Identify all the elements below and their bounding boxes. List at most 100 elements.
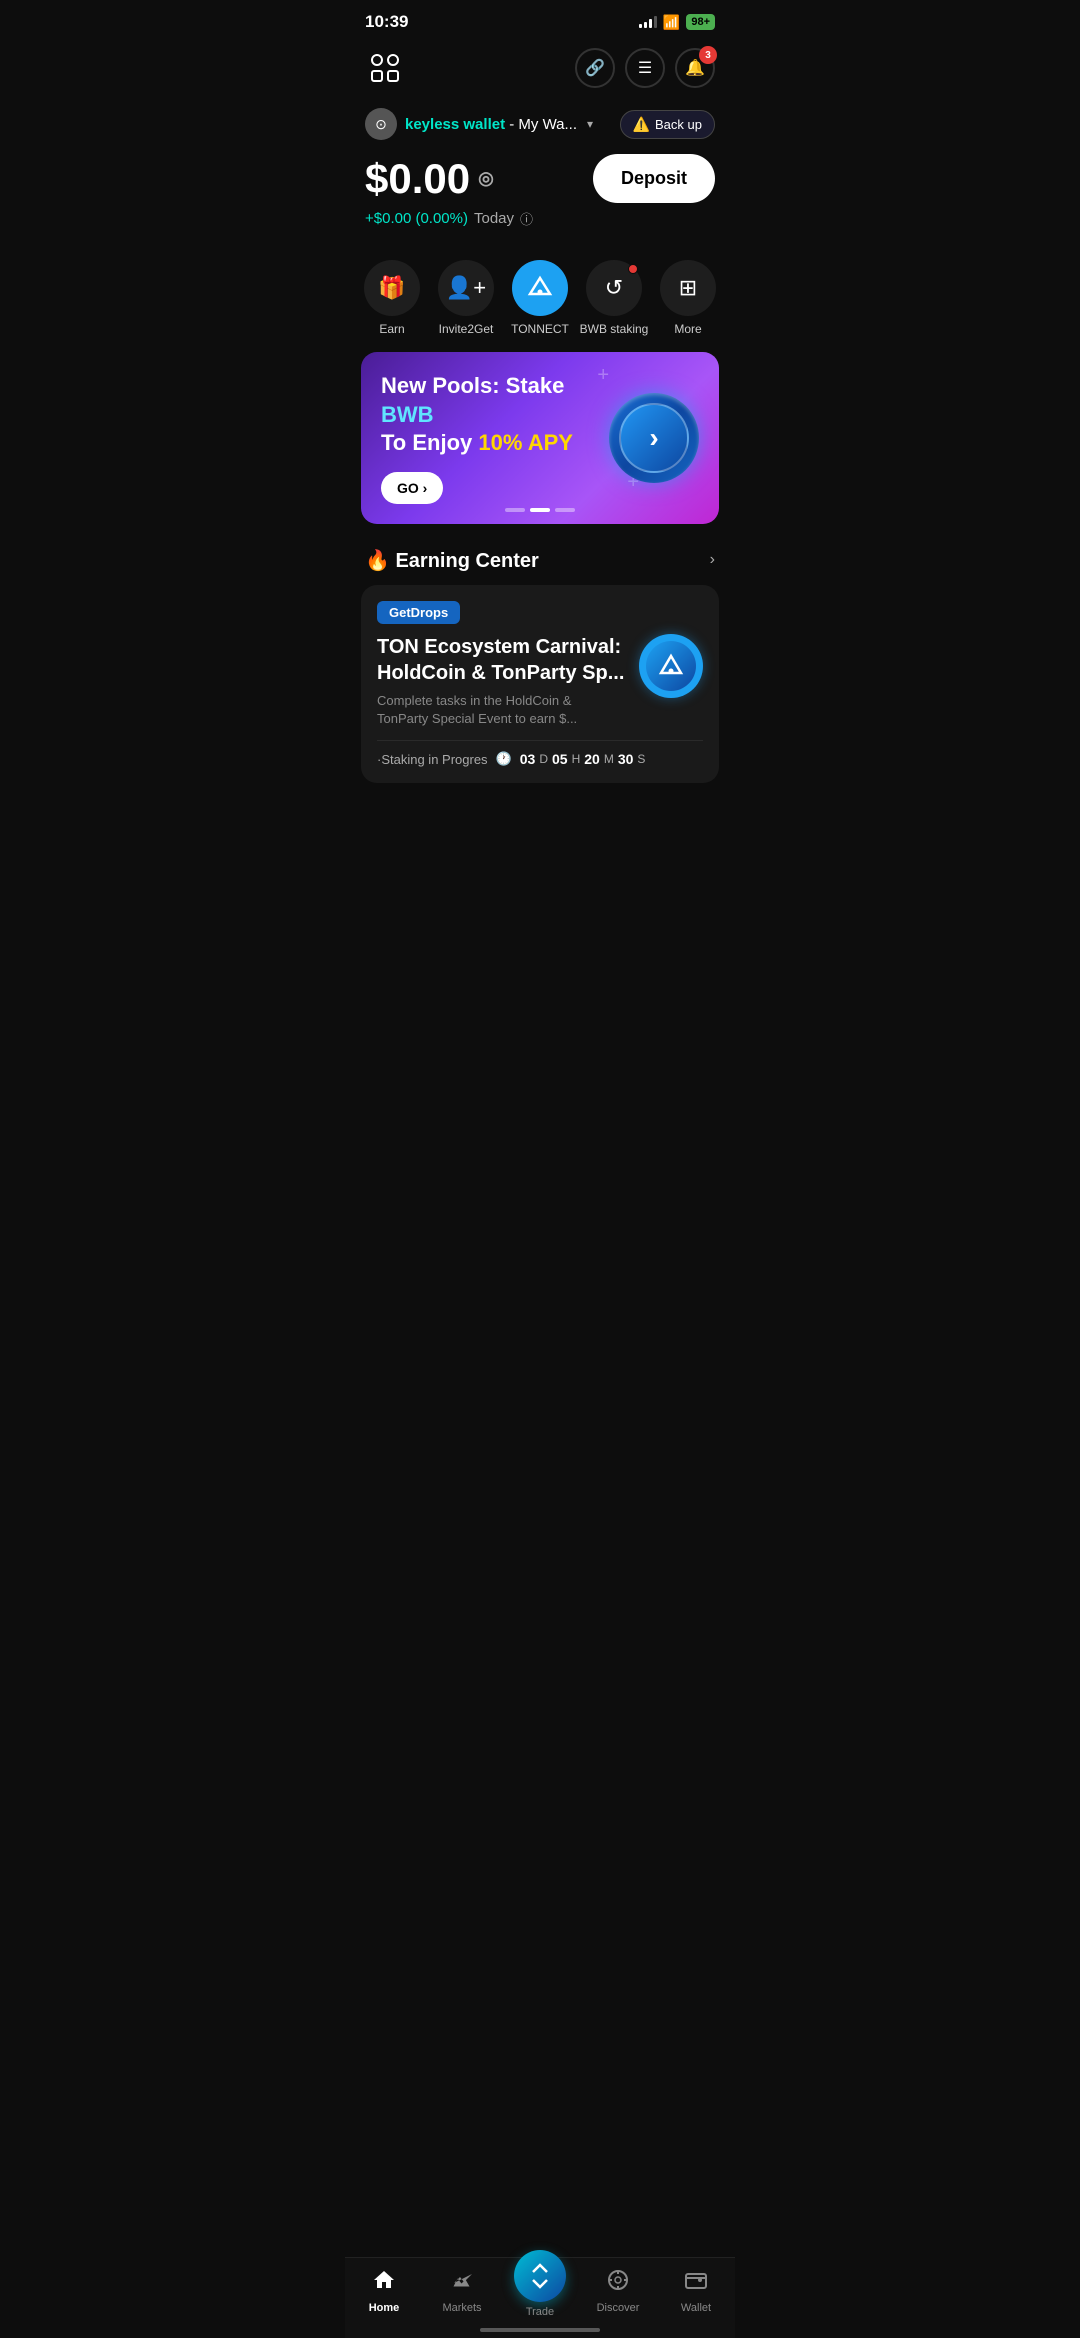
wallet-nav-icon [684,2268,708,2298]
status-bar: 10:39 📶 98+ [345,0,735,40]
nav-markets-label: Markets [442,2302,481,2314]
banner-highlight-apy: 10% APY [478,430,573,455]
nav-trade[interactable]: Trade [510,2268,570,2318]
status-icons: 📶 98+ [639,14,715,31]
tonnect-label: TONNECT [511,322,569,336]
clock-icon: 🕐 [496,751,512,767]
balance-change: +$0.00 (0.00%) Today ⓘ [365,209,715,228]
nav-home[interactable]: Home [354,2268,414,2318]
home-indicator [480,2328,600,2332]
balance-row: $0.00 ◎ Deposit [365,154,715,203]
markets-nav-icon [450,2268,474,2298]
invite2get-icon-wrap: 👤+ [438,260,494,316]
gift-icon: 🎁 [378,275,405,301]
balance-amount: $0.00 ◎ [365,155,494,203]
banner-highlight-bwb: BWB [381,402,434,427]
person-add-icon: 👤+ [446,275,486,301]
coin-arrow-icon: › [649,422,658,454]
banner-coin: › [609,393,699,483]
red-dot-indicator [628,264,638,274]
nav-discover-label: Discover [597,2302,640,2314]
timer-seconds: 30 [618,751,634,767]
timer-hours: 05 [552,751,568,767]
tonnect-icon-wrap [512,260,568,316]
deposit-button[interactable]: Deposit [593,154,715,203]
logo-icon [365,48,405,88]
timer-hours-label: H [572,752,581,766]
action-bwb-staking[interactable]: ↺ BWB staking [579,260,649,336]
chevron-down-icon: ▾ [587,117,593,131]
signal-bars-icon [639,16,657,28]
header-right: 🔗 ☰ 🔔 3 [575,48,715,88]
wallet-label[interactable]: ⊙ keyless wallet - My Wa... ▾ [365,108,593,140]
home-nav-icon [372,2268,396,2298]
card-description: Complete tasks in the HoldCoin &TonParty… [377,692,624,728]
wifi-icon: 📶 [663,14,680,31]
timer-seconds-label: S [637,752,645,766]
earn-label: Earn [379,322,404,336]
banner-title: New Pools: Stake BWB To Enjoy 10% APY [381,372,609,458]
earning-card[interactable]: GetDrops TON Ecosystem Carnival:HoldCoin… [361,585,719,783]
banner-dots [505,508,575,512]
notification-button[interactable]: 🔔 3 [675,48,715,88]
tonnect-card-icon [656,651,686,681]
card-title: TON Ecosystem Carnival:HoldCoin & TonPar… [377,634,624,686]
notification-badge: 3 [699,46,717,64]
banner-card[interactable]: + + New Pools: Stake BWB To Enjoy 10% AP… [361,352,719,524]
coin-inner: › [619,403,689,473]
nav-home-label: Home [369,2302,400,2314]
nav-wallet-label: Wallet [681,2302,711,2314]
battery-indicator: 98+ [686,14,715,30]
wallet-section: ⊙ keyless wallet - My Wa... ▾ ⚠️ Back up… [345,100,735,244]
banner-dot-1 [505,508,525,512]
banner-dot-2 [530,508,550,512]
staking-row: ·Staking in Progres 🕐 03 D 05 H 20 M 30 … [377,740,703,767]
nav-trade-label: Trade [526,2306,554,2318]
go-button[interactable]: GO › [381,472,443,504]
card-badge: GetDrops [377,601,460,624]
hide-balance-icon[interactable]: ◎ [478,168,494,189]
banner-content: New Pools: Stake BWB To Enjoy 10% APY GO… [381,372,609,504]
action-more[interactable]: ⊞ More [653,260,723,336]
nav-discover[interactable]: Discover [588,2268,648,2318]
card-icon-inner [646,641,696,691]
more-icon-wrap: ⊞ [660,260,716,316]
invite2get-label: Invite2Get [439,322,494,336]
nav-wallet[interactable]: Wallet [666,2268,726,2318]
action-earn[interactable]: 🎁 Earn [357,260,427,336]
tonnect-icon [526,274,554,302]
trade-center-button[interactable] [514,2250,566,2302]
staking-timer: 03 D 05 H 20 M 30 S [520,751,646,767]
grid-icon: ⊞ [679,275,697,301]
timer-minutes: 20 [584,751,600,767]
status-time: 10:39 [365,12,408,32]
backup-button[interactable]: ⚠️ Back up [620,110,715,139]
discover-nav-icon [606,2268,630,2298]
earning-center-title: 🔥 Earning Center [365,548,539,573]
wallet-avatar: ⊙ [365,108,397,140]
bwb-staking-label: BWB staking [580,322,649,336]
timer-days: 03 [520,751,536,767]
section-header-earning: 🔥 Earning Center › [345,540,735,585]
action-bar: 🎁 Earn 👤+ Invite2Get TONNECT ↺ BWB staki… [345,244,735,344]
earning-center-chevron-icon[interactable]: › [710,551,715,569]
trade-icon [526,2262,554,2290]
timer-days-label: D [539,752,548,766]
timer-minutes-label: M [604,752,614,766]
info-icon: ⓘ [520,209,533,228]
nav-markets[interactable]: Markets [432,2268,492,2318]
more-label: More [674,322,701,336]
coin-circle: › [609,393,699,483]
menu-button[interactable]: ☰ [625,48,665,88]
header-nav: 🔗 ☰ 🔔 3 [345,40,735,100]
wallet-name: keyless wallet - My Wa... [405,116,577,133]
wallet-label-row: ⊙ keyless wallet - My Wa... ▾ ⚠️ Back up [365,108,715,140]
banner-section: + + New Pools: Stake BWB To Enjoy 10% AP… [345,344,735,540]
link-button[interactable]: 🔗 [575,48,615,88]
action-tonnect[interactable]: TONNECT [505,260,575,336]
warning-icon: ⚠️ [633,116,650,133]
action-invite2get[interactable]: 👤+ Invite2Get [431,260,501,336]
staking-progress-label: ·Staking in Progres [377,752,488,767]
card-icon-circle [639,634,703,698]
deco-plus-1: + [597,364,609,387]
